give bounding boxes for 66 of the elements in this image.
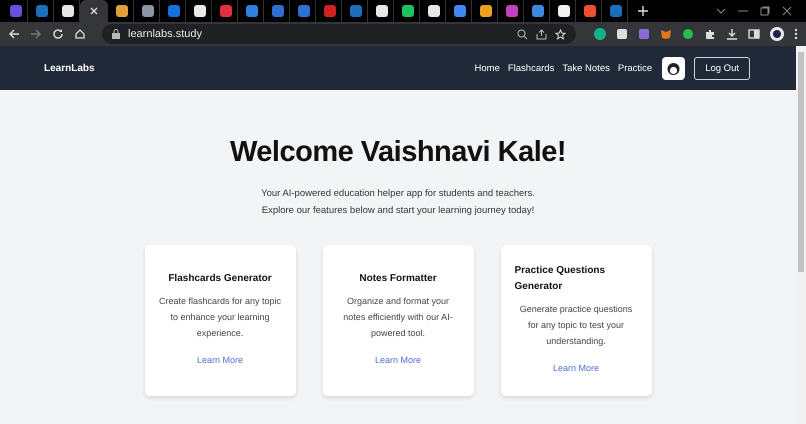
favicon-icon [298, 5, 310, 17]
favicon-icon [62, 5, 74, 17]
zoom-icon[interactable] [517, 28, 528, 40]
favicon-icon [506, 5, 518, 17]
card-description: Generate practice questions for any topic to test your understanding. [518, 303, 634, 348]
favicon-icon [350, 5, 362, 17]
puzzle-icon[interactable] [704, 28, 716, 40]
back-icon[interactable] [8, 28, 20, 40]
extension-icon[interactable] [682, 28, 694, 40]
learn-more-link[interactable]: Learn More [552, 363, 600, 373]
avatar-icon[interactable] [770, 27, 784, 41]
close-icon[interactable] [782, 6, 792, 16]
new-tab-icon[interactable] [638, 6, 648, 16]
chevron-down-icon[interactable] [716, 8, 726, 14]
reload-icon[interactable] [52, 28, 64, 40]
favicon-icon [220, 5, 232, 17]
extension-icon[interactable] [616, 28, 628, 40]
favicon-icon [428, 5, 440, 17]
star-icon[interactable] [555, 28, 566, 40]
share-icon[interactable] [536, 28, 547, 40]
nav-link[interactable]: Home [474, 62, 500, 74]
intro-text: Your AI-powered education helper app for students and teachers. Explore our features below and start your learning journey today! [260, 187, 536, 218]
favicon-icon [376, 5, 388, 17]
favicon-icon [116, 5, 128, 17]
brand-logo[interactable]: LearnLabs [44, 62, 95, 74]
favicon-icon [142, 5, 154, 17]
favicon-icon [36, 5, 48, 17]
card-title: Notes Formatter [358, 272, 438, 286]
favicon-icon [194, 5, 206, 17]
card-title: Practice Questions Generator [514, 264, 606, 294]
menu-icon[interactable] [794, 28, 798, 40]
logout-button[interactable]: Log Out [694, 56, 750, 80]
download-icon[interactable] [726, 28, 738, 40]
card-description: Organize and format your notes efficiently with our AI-powered tool. [342, 295, 454, 340]
browser-tab[interactable] [80, 0, 108, 22]
favicon-icon [558, 5, 570, 17]
card-description: Create flashcards for any topic to enhance your learning experience. [158, 295, 282, 340]
forward-icon[interactable] [30, 28, 42, 40]
extension-icon[interactable] [594, 28, 606, 40]
learn-more-link[interactable]: Learn More [196, 355, 244, 365]
nav-link[interactable]: Take Notes [562, 62, 610, 74]
side-panel-icon[interactable] [748, 28, 760, 40]
learn-more-link[interactable]: Learn More [374, 355, 422, 365]
favicon-icon [246, 5, 258, 17]
home-icon[interactable] [74, 28, 86, 40]
favicon-icon [402, 5, 414, 17]
welcome-heading: Welcome Vaishnavi Kale! [230, 136, 566, 169]
favicon-icon [480, 5, 492, 17]
minimize-icon[interactable] [738, 10, 748, 12]
restore-icon[interactable] [760, 6, 770, 16]
nav-link[interactable]: Practice [618, 62, 652, 74]
favicon-icon [584, 5, 596, 17]
favicon-icon [324, 5, 336, 17]
address-bar[interactable]: learnlabs.study [102, 24, 576, 44]
lock-icon [112, 29, 120, 39]
favicon-icon [454, 5, 466, 17]
favicon-icon [610, 5, 622, 17]
nav-link[interactable]: Flashcards [508, 62, 554, 74]
favicon-icon [10, 5, 22, 17]
avatar-icon[interactable] [662, 56, 686, 80]
favicon-icon [168, 5, 180, 17]
card-title: Flashcards Generator [167, 272, 273, 286]
favicon-icon [272, 5, 284, 17]
favicon-icon [532, 5, 544, 17]
url-text: learnlabs.study [128, 28, 202, 40]
scrollbar[interactable] [796, 46, 806, 424]
